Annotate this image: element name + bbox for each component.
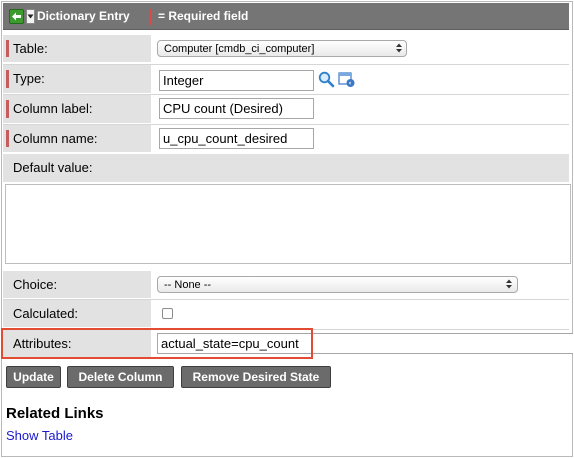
back-arrow-icon[interactable] — [9, 9, 24, 24]
search-icon[interactable] — [318, 71, 335, 88]
choice-label: Choice: — [13, 277, 58, 292]
default-value-textarea[interactable] — [5, 184, 571, 264]
default-value-field-row: Default value: — [3, 154, 569, 182]
required-marker — [6, 130, 9, 147]
delete-column-button[interactable]: Delete Column — [67, 366, 174, 388]
default-value-label: Default value: — [13, 160, 93, 175]
update-button[interactable]: Update — [6, 366, 61, 388]
calculated-checkbox[interactable] — [162, 308, 173, 319]
column-name-input[interactable] — [159, 128, 314, 149]
column-name-label: Column name: — [13, 131, 98, 146]
form-header: Dictionary Entry = Required field — [3, 3, 569, 30]
remove-desired-state-button[interactable]: Remove Desired State — [181, 366, 331, 388]
required-marker — [6, 70, 9, 88]
calculated-field-row: Calculated: — [3, 300, 569, 328]
show-table-link[interactable]: Show Table — [6, 428, 73, 443]
type-input[interactable] — [159, 70, 314, 91]
type-label: Type: — [13, 71, 45, 86]
attributes-input[interactable] — [157, 333, 573, 354]
choice-select[interactable]: -- None -- — [157, 276, 518, 293]
related-links-heading: Related Links — [6, 405, 104, 422]
table-label: Table: — [13, 41, 48, 56]
calculated-label: Calculated: — [13, 306, 79, 321]
required-legend: = Required field — [158, 9, 249, 23]
attributes-label: Attributes: — [13, 336, 72, 351]
table-select[interactable]: Computer [cmdb_ci_computer] — [157, 40, 407, 57]
column-label-label: Column label: — [13, 101, 93, 116]
required-marker — [6, 40, 9, 57]
column-label-input[interactable] — [159, 98, 314, 119]
required-marker — [149, 9, 152, 25]
context-menu-icon[interactable] — [26, 9, 35, 24]
required-marker — [6, 100, 9, 118]
reference-lookup-icon[interactable] — [338, 72, 356, 88]
form-title: Dictionary Entry — [37, 9, 130, 23]
